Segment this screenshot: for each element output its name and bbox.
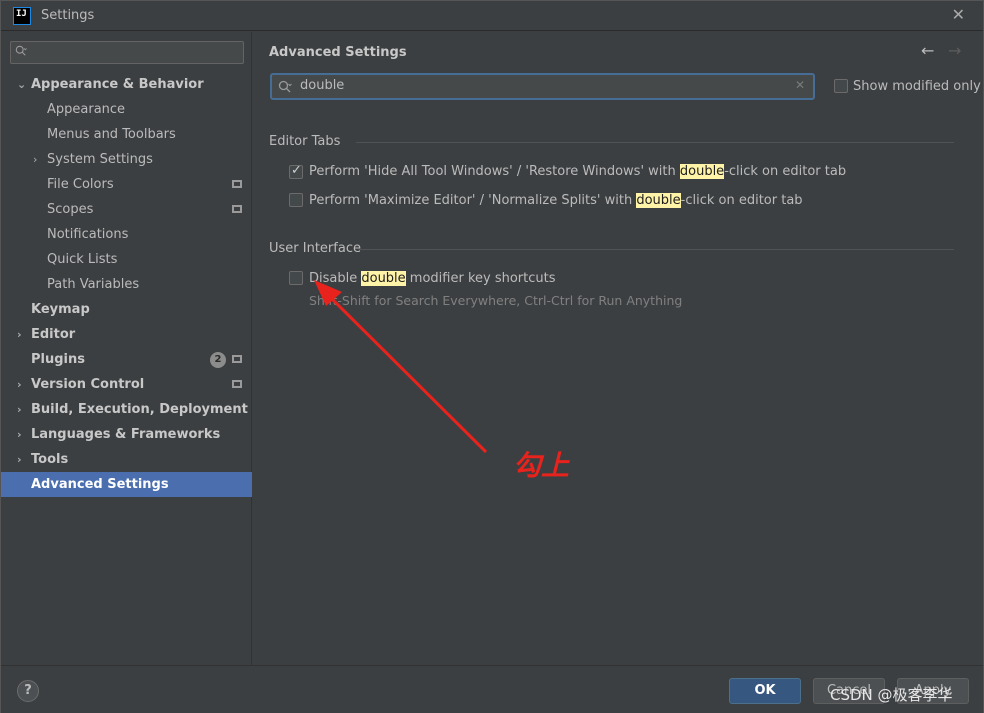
sidebar-item-label: Keymap bbox=[31, 302, 90, 317]
sidebar-item-build-execution-deployment[interactable]: › Build, Execution, Deployment bbox=[1, 397, 252, 422]
sidebar-item-label: Quick Lists bbox=[47, 252, 118, 267]
csdn-watermark: CSDN @极客李华 bbox=[830, 686, 953, 704]
sidebar-item-languages-frameworks[interactable]: › Languages & Frameworks bbox=[1, 422, 252, 447]
sidebar-item-keymap[interactable]: Keymap bbox=[1, 297, 252, 322]
sidebar-item-label: Appearance bbox=[47, 102, 126, 117]
sidebar-item-label: Tools bbox=[31, 452, 69, 467]
settings-tree: ⌄ Appearance & Behavior Appearance Menus an… bbox=[1, 72, 252, 497]
section-user-interface: User Interface bbox=[269, 241, 361, 256]
sidebar-item-label: Scopes bbox=[47, 202, 94, 217]
ok-button[interactable]: OK bbox=[729, 678, 801, 704]
back-arrow-icon[interactable]: ← bbox=[921, 41, 934, 60]
search-highlight: double bbox=[636, 193, 681, 208]
settings-sidebar: ⌄ Appearance & Behavior Appearance Menus an… bbox=[1, 32, 252, 665]
sidebar-item-file-colors[interactable]: File Colors bbox=[1, 172, 252, 197]
section-divider bbox=[356, 142, 954, 143]
close-icon[interactable]: ✕ bbox=[952, 5, 965, 24]
page-title: Advanced Settings bbox=[269, 45, 407, 60]
chevron-right-icon[interactable]: › bbox=[17, 397, 22, 422]
search-input[interactable] bbox=[300, 78, 780, 93]
sidebar-item-label: Advanced Settings bbox=[31, 477, 169, 492]
project-settings-icon bbox=[232, 380, 242, 388]
window-title: Settings bbox=[41, 8, 95, 23]
option-text: -click on editor tab bbox=[724, 164, 847, 179]
sidebar-item-scopes[interactable]: Scopes bbox=[1, 197, 252, 222]
hide-tool-windows-label: Perform 'Hide All Tool Windows' / 'Resto… bbox=[309, 164, 846, 179]
intellij-app-icon: IJ bbox=[13, 7, 31, 25]
app-icon-text: IJ bbox=[16, 9, 27, 19]
project-settings-icon bbox=[232, 180, 242, 188]
maximize-editor-checkbox[interactable] bbox=[289, 193, 303, 207]
option-text: -click on editor tab bbox=[680, 193, 803, 208]
option-text: Perform 'Maximize Editor' / 'Normalize S… bbox=[309, 193, 637, 208]
search-highlight: double bbox=[361, 271, 406, 286]
sidebar-item-version-control[interactable]: › Version Control bbox=[1, 372, 252, 397]
project-settings-icon bbox=[232, 205, 242, 213]
option-text: Disable bbox=[309, 271, 362, 286]
sidebar-search-input[interactable] bbox=[10, 41, 244, 64]
sidebar-item-plugins[interactable]: Plugins 2 bbox=[1, 347, 252, 372]
sidebar-item-label: File Colors bbox=[47, 177, 114, 192]
sidebar-item-appearance[interactable]: Appearance bbox=[1, 97, 252, 122]
show-modified-label: Show modified only bbox=[853, 79, 981, 94]
disable-double-modifier-label: Disable double modifier key shortcuts bbox=[309, 271, 556, 286]
maximize-editor-label: Perform 'Maximize Editor' / 'Normalize S… bbox=[309, 193, 803, 208]
search-icon bbox=[278, 80, 292, 93]
sidebar-item-notifications[interactable]: Notifications bbox=[1, 222, 252, 247]
update-count-badge: 2 bbox=[210, 352, 226, 368]
sidebar-item-quick-lists[interactable]: Quick Lists bbox=[1, 247, 252, 272]
title-bar: IJ Settings ✕ bbox=[1, 1, 983, 31]
show-modified-checkbox[interactable] bbox=[834, 79, 848, 93]
sidebar-item-advanced-settings[interactable]: Advanced Settings bbox=[1, 472, 252, 497]
sidebar-item-path-variables[interactable]: Path Variables bbox=[1, 272, 252, 297]
chevron-right-icon[interactable]: › bbox=[17, 322, 22, 347]
sidebar-item-label: Menus and Toolbars bbox=[47, 127, 176, 142]
sidebar-item-label: Editor bbox=[31, 327, 76, 342]
clear-search-icon[interactable]: ✕ bbox=[795, 78, 805, 92]
sidebar-item-appearance-behavior[interactable]: ⌄ Appearance & Behavior bbox=[1, 72, 252, 97]
option-text: modifier key shortcuts bbox=[405, 271, 556, 286]
sidebar-item-system-settings[interactable]: › System Settings bbox=[1, 147, 252, 172]
sidebar-item-label: Appearance & Behavior bbox=[31, 77, 204, 92]
settings-search-field[interactable]: ✕ bbox=[270, 73, 815, 100]
settings-window: IJ Settings ✕ ⌄ Appearance & Behavior Appe… bbox=[0, 0, 984, 713]
chevron-right-icon[interactable]: › bbox=[17, 372, 22, 397]
sidebar-item-label: Languages & Frameworks bbox=[31, 427, 221, 442]
section-divider bbox=[359, 249, 954, 250]
chevron-right-icon[interactable]: › bbox=[17, 422, 22, 447]
option-text: Perform 'Hide All Tool Windows' / 'Resto… bbox=[309, 164, 680, 179]
sidebar-item-label: Path Variables bbox=[47, 277, 140, 292]
annotation-text: 勾上 bbox=[513, 449, 570, 482]
chevron-down-icon[interactable]: ⌄ bbox=[17, 72, 26, 97]
sidebar-item-menus-and-toolbars[interactable]: Menus and Toolbars bbox=[1, 122, 252, 147]
sidebar-item-label: System Settings bbox=[47, 152, 153, 167]
sidebar-item-label: Version Control bbox=[31, 377, 145, 392]
settings-content: Advanced Settings ← → ✕ Show modified on… bbox=[253, 32, 983, 665]
sidebar-item-label: Notifications bbox=[47, 227, 129, 242]
hide-tool-windows-checkbox[interactable] bbox=[289, 163, 303, 179]
chevron-right-icon[interactable]: › bbox=[33, 147, 37, 172]
search-icon bbox=[15, 45, 27, 56]
sidebar-item-label: Build, Execution, Deployment bbox=[31, 402, 248, 417]
chevron-right-icon[interactable]: › bbox=[17, 447, 22, 472]
search-highlight: double bbox=[679, 164, 725, 179]
sidebar-item-editor[interactable]: › Editor bbox=[1, 322, 252, 347]
sidebar-item-label: Plugins bbox=[31, 352, 85, 367]
forward-arrow-icon[interactable]: → bbox=[948, 41, 961, 60]
project-settings-icon bbox=[232, 355, 242, 363]
disable-double-modifier-checkbox[interactable] bbox=[289, 271, 303, 285]
section-editor-tabs: Editor Tabs bbox=[269, 134, 341, 149]
help-button[interactable]: ? bbox=[17, 680, 39, 702]
option-hint: Shift-Shift for Search Everywhere, Ctrl-… bbox=[309, 293, 683, 308]
sidebar-item-tools[interactable]: › Tools bbox=[1, 447, 252, 472]
